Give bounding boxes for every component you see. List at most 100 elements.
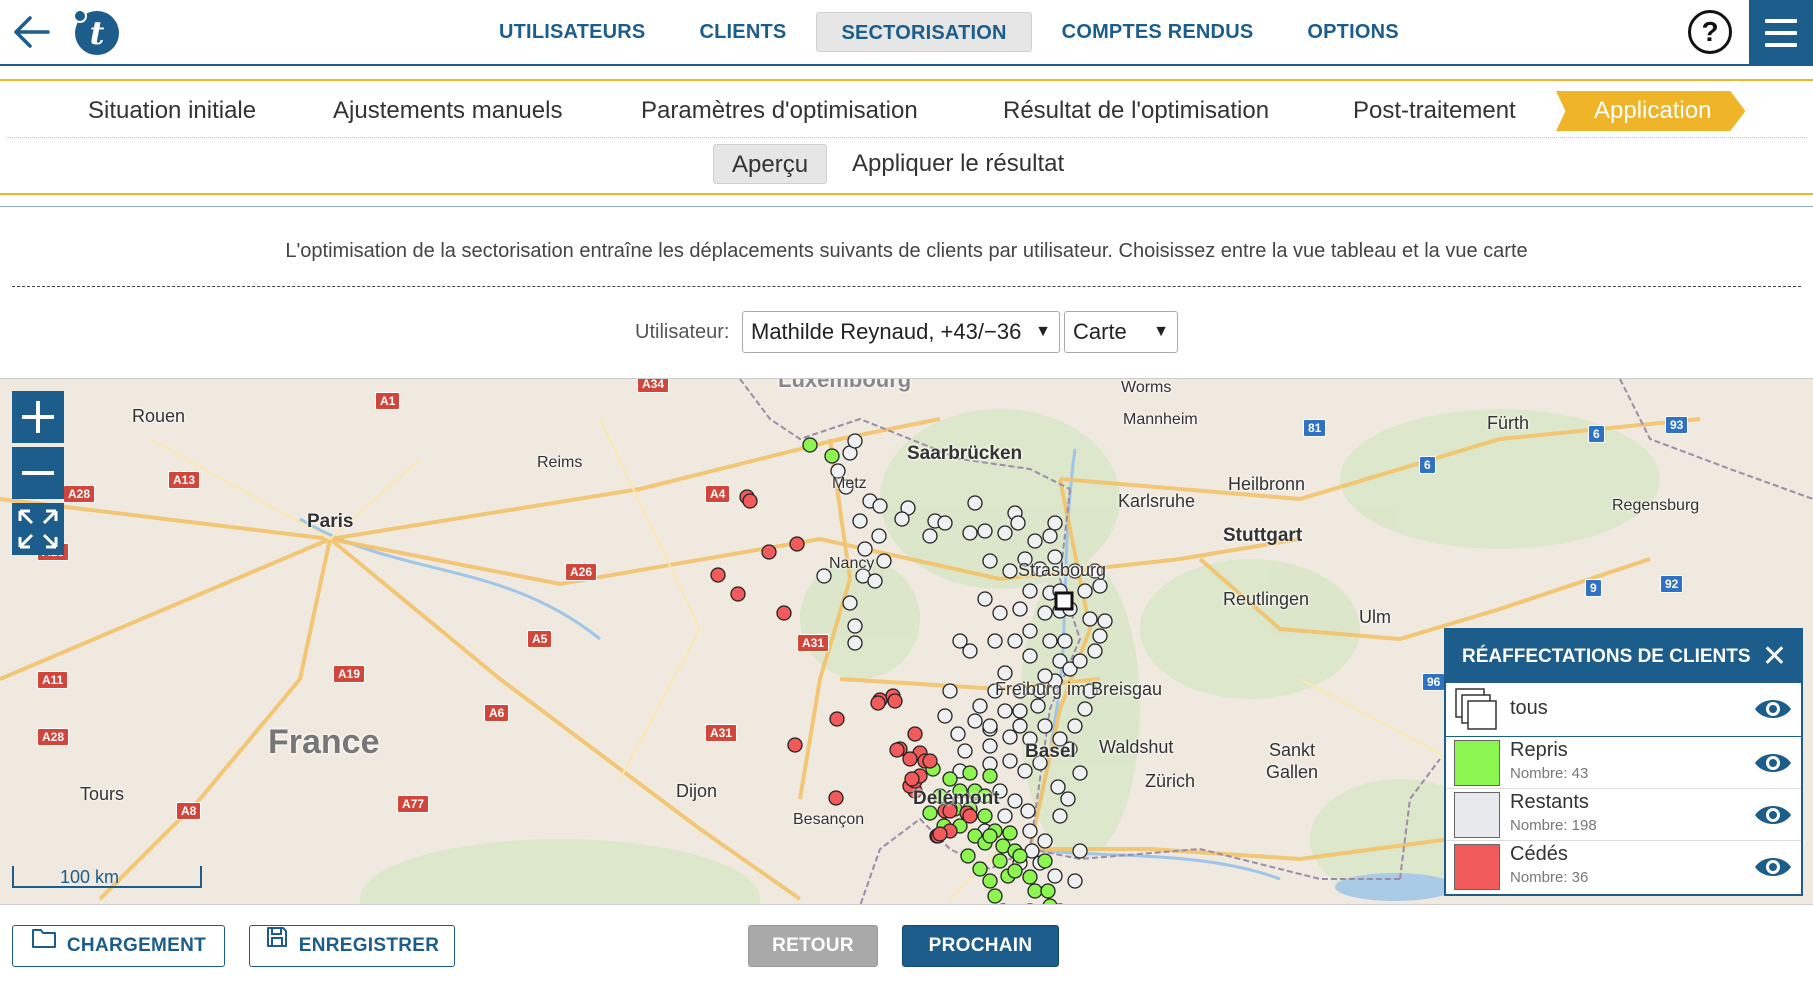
chevron-down-icon: ▼: [1035, 323, 1051, 340]
road-shield: A4: [705, 485, 731, 503]
road-shield: 81: [1303, 419, 1327, 437]
road-shield: 96: [1422, 673, 1446, 691]
help-button[interactable]: ?: [1688, 10, 1732, 54]
map-label-delemont: Delémont: [913, 788, 1000, 809]
map-label-basel: Basel: [1025, 741, 1076, 762]
map-label-nancy: Nancy: [829, 555, 875, 572]
step-post-traitement[interactable]: Post-traitement: [1353, 91, 1516, 131]
road-shield: 6: [1588, 425, 1605, 443]
road-shield: A28: [37, 728, 70, 746]
road-shield: A5: [527, 630, 553, 648]
tab-apercu[interactable]: Aperçu: [713, 144, 828, 184]
road-shield: A19: [333, 665, 366, 683]
map-label-besancon: Besançon: [793, 811, 865, 828]
eye-icon[interactable]: [1753, 697, 1793, 721]
map-label-stuttgart: Stuttgart: [1223, 525, 1303, 546]
map-label-mannheim: Mannheim: [1123, 411, 1198, 428]
view-select-value: Carte: [1073, 319, 1127, 344]
close-icon[interactable]: ✕: [1762, 630, 1787, 683]
legend-title: RÉAFFECTATIONS DE CLIENTS: [1462, 646, 1751, 667]
map-label-reutlingen: Reutlingen: [1223, 589, 1310, 609]
road-shield: A31: [705, 724, 738, 742]
map-label-regensburg: Regensburg: [1612, 497, 1700, 514]
legend-label-cedes: Cédés: [1510, 843, 1568, 865]
zoom-in-button[interactable]: [12, 391, 64, 443]
save-button[interactable]: ENREGISTRER: [249, 925, 455, 967]
legend-label-restants: Restants: [1510, 791, 1589, 813]
map-label-zurich: Zürich: [1145, 771, 1196, 791]
road-shield: 9: [1585, 579, 1602, 597]
main-nav: UTILISATEURS CLIENTS SECTORISATION COMPT…: [475, 12, 1423, 52]
nav-options[interactable]: OPTIONS: [1283, 12, 1422, 52]
hamburger-menu-icon[interactable]: [1749, 0, 1813, 66]
step-parametres-optimisation[interactable]: Paramètres d'optimisation: [641, 91, 918, 131]
user-select-value: Mathilde Reynaud, +43/−36: [751, 319, 1022, 344]
folder-icon: [31, 924, 57, 964]
legend-swatch-cedes: [1454, 844, 1500, 890]
road-shield: A11: [37, 671, 69, 689]
legend-swatch-repris: [1454, 740, 1500, 786]
legend-row-cedes[interactable]: Cédés Nombre: 36: [1446, 841, 1801, 893]
view-select[interactable]: Carte ▼: [1064, 311, 1178, 353]
map-label-metz: Metz: [832, 475, 867, 492]
app-logo: t: [70, 6, 122, 58]
map-label-saarbrucken: Saarbrücken: [907, 443, 1023, 464]
sub-tabs: Aperçu Appliquer le résultat: [0, 144, 1813, 184]
legend-count-repris: Nombre: 43: [1510, 765, 1589, 782]
reassignment-legend: RÉAFFECTATIONS DE CLIENTS ✕ tous Repris …: [1444, 628, 1803, 896]
road-shield: A13: [168, 471, 201, 489]
map-label-waldshut: Waldshut: [1099, 737, 1174, 757]
road-shield: A77: [397, 795, 430, 813]
map-view[interactable]: Luxembourg Rouen Paris Reims France Tour…: [0, 378, 1813, 905]
divider: [0, 206, 1813, 207]
legend-row-all[interactable]: tous: [1446, 683, 1801, 737]
step-situation-initiale[interactable]: Situation initiale: [88, 91, 256, 131]
map-label-reims: Reims: [537, 454, 583, 471]
map-label-luxembourg: Luxembourg: [778, 378, 912, 392]
road-shield: 92: [1660, 575, 1684, 593]
step-ajustements-manuels[interactable]: Ajustements manuels: [333, 91, 562, 131]
step-application[interactable]: Application: [1556, 91, 1746, 131]
zoom-out-button[interactable]: [12, 447, 64, 499]
map-label-sankt-gallen: Sankt Gallen: [1265, 740, 1319, 782]
road-shield: A6: [484, 704, 510, 722]
step-bar: Situation initiale Ajustements manuels P…: [0, 79, 1813, 139]
map-label-furth: Fürth: [1487, 413, 1530, 433]
step-resultat-optimisation[interactable]: Résultat de l'optimisation: [1003, 91, 1269, 131]
user-selection-row: Utilisateur: Mathilde Reynaud, +43/−36 ▼…: [0, 311, 1813, 353]
eye-icon[interactable]: [1753, 855, 1793, 879]
legend-header: RÉAFFECTATIONS DE CLIENTS ✕: [1446, 630, 1801, 683]
chevron-down-icon: ▼: [1153, 323, 1169, 340]
legend-row-repris[interactable]: Repris Nombre: 43: [1446, 737, 1801, 789]
map-label-worms: Worms: [1121, 379, 1172, 396]
map-label-paris: Paris: [307, 511, 354, 532]
load-button-label: CHARGEMENT: [66, 935, 207, 956]
legend-swatch-restants: [1454, 792, 1500, 838]
save-icon: [265, 924, 289, 964]
map-scale-label: 100 km: [60, 867, 120, 887]
eye-icon[interactable]: [1753, 751, 1793, 775]
nav-clients[interactable]: CLIENTS: [675, 12, 810, 52]
map-label-dijon: Dijon: [676, 781, 718, 801]
map-label-strasbourg: Strasbourg: [1018, 560, 1107, 580]
legend-count-cedes: Nombre: 36: [1510, 869, 1589, 886]
road-shield: A31: [797, 634, 830, 652]
divider: [0, 193, 1813, 195]
divider: [12, 286, 1801, 287]
fullscreen-icon[interactable]: [12, 503, 64, 555]
layers-icon: [1454, 687, 1500, 733]
road-shield: 6: [1419, 456, 1436, 474]
nav-utilisateurs[interactable]: UTILISATEURS: [475, 12, 669, 52]
map-label-karlsruhe: Karlsruhe: [1118, 491, 1196, 511]
back-arrow-icon[interactable]: [10, 12, 52, 52]
user-select[interactable]: Mathilde Reynaud, +43/−36 ▼: [742, 311, 1060, 353]
legend-row-restants[interactable]: Restants Nombre: 198: [1446, 789, 1801, 841]
load-button[interactable]: CHARGEMENT: [12, 925, 225, 967]
eye-icon[interactable]: [1753, 803, 1793, 827]
next-button[interactable]: PROCHAIN: [902, 925, 1059, 967]
tab-appliquer-resultat[interactable]: Appliquer le résultat: [852, 144, 1064, 184]
nav-sectorisation[interactable]: SECTORISATION: [816, 12, 1032, 52]
nav-comptes-rendus[interactable]: COMPTES RENDUS: [1038, 12, 1278, 52]
top-bar: t UTILISATEURS CLIENTS SECTORISATION COM…: [0, 0, 1813, 66]
back-button[interactable]: RETOUR: [748, 925, 878, 967]
